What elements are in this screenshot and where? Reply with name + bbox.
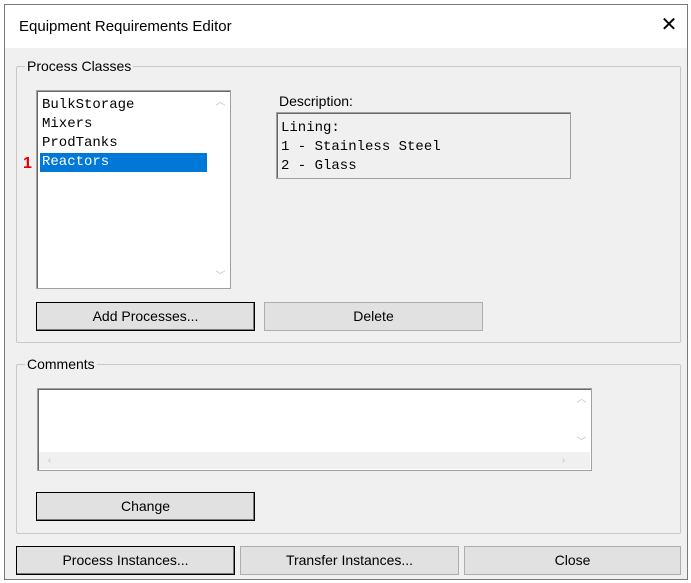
list-item-selected[interactable]: Reactors: [40, 153, 207, 172]
scroll-up-icon[interactable]: ︿: [212, 94, 229, 111]
description-line: Lining:: [281, 120, 340, 136]
scroll-right-icon[interactable]: ›: [555, 452, 572, 469]
equipment-requirements-dialog: Equipment Requirements Editor ✕ Process …: [4, 4, 688, 580]
scroll-down-icon[interactable]: ﹀: [573, 434, 590, 451]
window-title: Equipment Requirements Editor: [19, 18, 232, 35]
scroll-left-icon[interactable]: ‹: [41, 452, 58, 469]
delete-button[interactable]: Delete: [264, 302, 483, 331]
list-item[interactable]: ProdTanks: [40, 134, 207, 153]
transfer-instances-button[interactable]: Transfer Instances...: [240, 546, 459, 575]
description-line: 1 - Stainless Steel: [281, 139, 441, 155]
description-line: 2 - Glass: [281, 158, 357, 174]
description-label: Description:: [279, 93, 353, 109]
marker-1: 1: [23, 155, 32, 172]
scroll-down-icon[interactable]: ﹀: [212, 268, 229, 285]
add-processes-button[interactable]: Add Processes...: [36, 302, 255, 331]
comments-textarea[interactable]: ︿ ﹀ ‹ ›: [37, 388, 592, 471]
close-button[interactable]: Close: [464, 546, 681, 575]
comments-vertical-scrollbar[interactable]: ︿ ﹀: [573, 390, 590, 452]
process-instances-button[interactable]: Process Instances...: [16, 546, 235, 575]
comments-horizontal-scrollbar[interactable]: ‹ ›: [39, 452, 590, 469]
description-box: Lining: 1 - Stainless Steel 2 - Glass: [276, 112, 571, 179]
process-classes-legend: Process Classes: [25, 58, 134, 74]
scroll-up-icon[interactable]: ︿: [573, 391, 590, 408]
process-classes-list[interactable]: BulkStorage Mixers ProdTanks Reactors ︿ …: [36, 90, 231, 289]
comments-legend: Comments: [25, 356, 97, 372]
list-item[interactable]: Mixers: [40, 115, 207, 134]
change-button[interactable]: Change: [36, 492, 255, 521]
list-item[interactable]: BulkStorage: [40, 96, 207, 115]
title-bar: Equipment Requirements Editor ✕: [5, 5, 687, 48]
vertical-scrollbar[interactable]: ︿ ﹀: [212, 92, 229, 287]
close-window-icon[interactable]: ✕: [657, 13, 681, 37]
